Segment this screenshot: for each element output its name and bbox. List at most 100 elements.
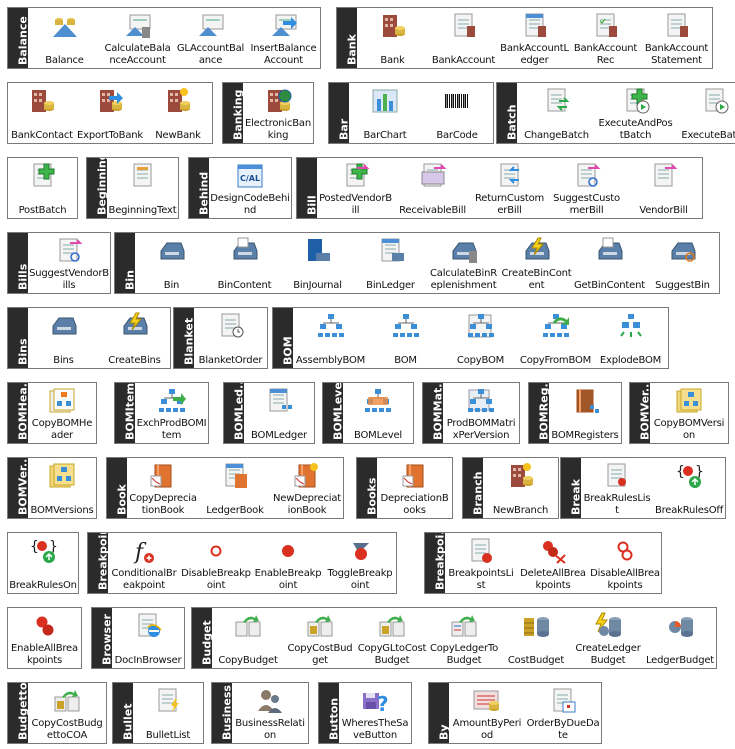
icon-button-breakruleson[interactable]: {} BreakRulesOn [8, 533, 78, 593]
icon-button-beginningtext[interactable]: BeginningText [107, 158, 178, 218]
icon-button-suggestcustomerbill[interactable]: SuggestCustomerBill [548, 158, 625, 218]
balance-scale-icon [50, 12, 80, 40]
icon-button-bomregisters[interactable]: BOMRegisters [549, 383, 621, 443]
icon-button-calculatebalanceaccount[interactable]: CalculateBalanceAccount [101, 8, 174, 68]
icon-button-postedvendorbill[interactable]: PostedVendorBill [317, 158, 394, 218]
icon-button-newdepreciationbook[interactable]: NewDepreciationBook [271, 458, 343, 518]
icon-button-changebatch[interactable]: ChangeBatch [517, 83, 596, 143]
icon-button-costbudget[interactable]: CostBudget [500, 608, 572, 668]
bank-account-rec-icon [591, 12, 621, 40]
icon-button-wheresthesavebutton[interactable]: ? WheresTheSaveButton [339, 683, 411, 743]
icon-button-bankaccountrec[interactable]: BankAccountRec [570, 8, 641, 68]
icon-button-balance[interactable]: Balance [28, 8, 101, 68]
icon-button-glaccountbalance[interactable]: GLAccountBalance [174, 8, 247, 68]
icon-button-breakrulesoff[interactable]: {} BreakRulesOff [653, 458, 725, 518]
icon-button-receivablebill[interactable]: ReceivableBill [394, 158, 471, 218]
icon-button-breakruleslist[interactable]: BreakRulesList [581, 458, 653, 518]
icon-button-newbranch[interactable]: NewBranch [483, 458, 558, 518]
icon-button-assemblybom[interactable]: AssemblyBOM [293, 308, 368, 368]
icon-button-deleteallbreakpoints[interactable]: DeleteAllBreakpoints [517, 533, 589, 593]
icon-button-togglebreakpoint[interactable]: ToggleBreakpoint [324, 533, 396, 593]
icon-button-exchprodbomitem[interactable]: ExchProdBOMItem [135, 383, 208, 443]
icon-button-label: ReceivableBill [399, 205, 466, 216]
icon-button-disablebreakpoint[interactable]: DisableBreakpoint [180, 533, 252, 593]
icon-button-calculatebinreplenishment[interactable]: CalculateBinReplenishment [427, 233, 500, 293]
icon-button-bankaccount[interactable]: BankAccount [428, 8, 499, 68]
icon-button-copyledgertobudget[interactable]: CopyLedgerToBudget [428, 608, 500, 668]
icon-button-bankaccountledger[interactable]: BankAccountLedger [499, 8, 570, 68]
group-header-label: Bills [16, 263, 29, 290]
icon-button-label: BlanketOrder [198, 355, 263, 366]
icon-button-copyfrombom[interactable]: CopyFromBOM [518, 308, 593, 368]
icon-button-bankcontact[interactable]: BankContact [8, 83, 76, 143]
group-header-label: BOMMat... [431, 383, 444, 440]
icon-button-enablebreakpoint[interactable]: EnableBreakpoint [252, 533, 324, 593]
icon-button-label: ToggleBreakpoint [327, 568, 393, 591]
icon-button-createledgerbudget[interactable]: CreateLedgerBudget [572, 608, 644, 668]
icon-button-getbincontent[interactable]: GetBinContent [573, 233, 646, 293]
icon-button-enableallbreakpoints[interactable]: EnableAllBreakpoints [8, 608, 81, 668]
icon-button-executebatch[interactable]: ExecuteBatch [675, 83, 735, 143]
icon-button-copybomversion[interactable]: CopyBOMVersion [650, 383, 728, 443]
icon-button-bin[interactable]: Bin [135, 233, 208, 293]
icon-button-returncustomerbill[interactable]: ReturnCustomerBill [471, 158, 548, 218]
icon-button-orderbyduedate[interactable]: OrderByDueDate [525, 683, 601, 743]
icon-button-copygltocostbudget[interactable]: CopyGLtoCostBudget [356, 608, 428, 668]
icon-button-copycostbudgettocoa[interactable]: CopyCostBudgettoCOA [28, 683, 106, 743]
icon-button-bincontent[interactable]: BinContent [208, 233, 281, 293]
icon-button-docinbrowser[interactable]: DocInBrowser [112, 608, 184, 668]
icon-button-suggestvendorbills[interactable]: SuggestVendorBills [28, 233, 110, 293]
icon-button-newbank[interactable]: NewBank [144, 83, 212, 143]
icon-button-conditionalbreakpoint[interactable]: f ConditionalBreakpoint [108, 533, 180, 593]
icon-button-label: ConditionalBreakpoint [111, 568, 177, 591]
group-header: Banking [223, 83, 243, 143]
icon-button-businessrelation[interactable]: BusinessRelation [232, 683, 308, 743]
icon-button-bomlevel[interactable]: BOMLevel [343, 383, 413, 443]
icon-button-executeandpostbatch[interactable]: ExecuteAndPostBatch [596, 83, 675, 143]
icon-button-createbins[interactable]: CreateBins [99, 308, 170, 368]
icon-button-postbatch[interactable]: PostBatch [8, 158, 77, 218]
icon-button-label: SuggestCustomerBill [553, 193, 620, 216]
icon-button-ledgerbook[interactable]: LedgerBook [199, 458, 271, 518]
bin-content-icon [230, 237, 260, 265]
icon-button-bank[interactable]: Bank [357, 8, 428, 68]
icon-button-electronicbanking[interactable]: ElectronicBanking [243, 83, 313, 143]
icon-button-bankaccountstatement[interactable]: BankAccountStatement [641, 8, 712, 68]
icon-button-copybudget[interactable]: CopyBudget [212, 608, 284, 668]
icon-button-bomledger[interactable]: BOMLedger [244, 383, 314, 443]
icon-button-blanketorder[interactable]: BlanketOrder [194, 308, 267, 368]
icon-button-vendorbill[interactable]: VendorBill [625, 158, 702, 218]
icon-button-ledgerbudget[interactable]: LedgerBudget [644, 608, 716, 668]
icon-button-binjournal[interactable]: BinJournal [281, 233, 354, 293]
icon-button-prodbommatrixperversion[interactable]: ProdBOMMatrixPerVersion [443, 383, 519, 443]
suggest-vendor-bills-icon [54, 237, 84, 265]
icon-button-suggestbin[interactable]: SuggestBin [646, 233, 719, 293]
icon-button-bomversions[interactable]: BOMVersions [28, 458, 96, 518]
icon-button-explodebom[interactable]: ExplodeBOM [593, 308, 668, 368]
copy-cost-budget-to-coa-icon [52, 687, 82, 715]
icon-button-copybomheader[interactable]: CopyBOMHeader [28, 383, 96, 443]
ribbon-group-bills: Bills SuggestVendorBills [7, 232, 111, 294]
insert-balance-icon [269, 12, 299, 40]
icon-button-barcode[interactable]: BarCode [421, 83, 493, 143]
icon-button-breakpointslist[interactable]: BreakpointsList [445, 533, 517, 593]
icon-button-copybom[interactable]: CopyBOM [443, 308, 518, 368]
icon-button-copycostbudget[interactable]: CopyCostBudget [284, 608, 356, 668]
icon-button-bins[interactable]: Bins [28, 308, 99, 368]
icon-button-exporttobank[interactable]: ExportToBank [76, 83, 144, 143]
icon-button-binledger[interactable]: BinLedger [354, 233, 427, 293]
icon-button-barchart[interactable]: BarChart [349, 83, 421, 143]
ribbon-group-break: Break BreakRulesList {} BreakRulesOff [560, 457, 726, 519]
icon-button-insertbalanceaccount[interactable]: InsertBalanceAccount [247, 8, 320, 68]
icon-button-bom[interactable]: BOM [368, 308, 443, 368]
icon-button-disableallbreakpoints[interactable]: DisableAllBreakpoints [589, 533, 661, 593]
icon-button-copydepreciationbook[interactable]: CopyDepreciationBook [127, 458, 199, 518]
icon-button-createbincontent[interactable]: CreateBinContent [500, 233, 573, 293]
icon-button-label: LedgerBudget [645, 655, 715, 666]
icon-button-designcodebehind[interactable]: C/AL DesignCodeBehind [209, 158, 291, 218]
icon-button-depreciationbooks[interactable]: DepreciationBooks [377, 458, 452, 518]
bank-account-ledger-icon [520, 12, 550, 40]
ledger-budget-icon [665, 612, 695, 640]
icon-button-bulletlist[interactable]: BulletList [133, 683, 203, 743]
icon-button-amountbyperiod[interactable]: AmountByPeriod [449, 683, 525, 743]
